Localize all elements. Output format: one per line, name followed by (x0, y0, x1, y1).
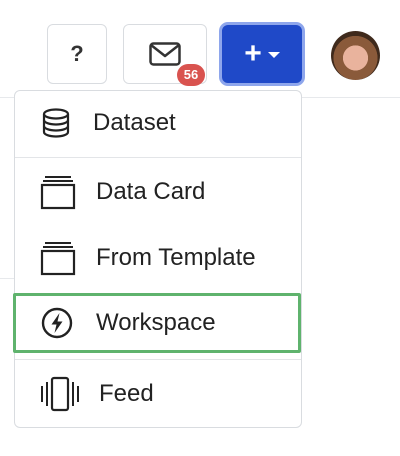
stacked-card-icon (40, 242, 76, 276)
menu-divider (15, 359, 301, 360)
notification-badge: 56 (177, 64, 205, 86)
help-label: ? (70, 41, 84, 66)
help-button[interactable]: ? (47, 24, 107, 84)
menu-item-label: Data Card (96, 178, 206, 205)
selection-highlight (13, 293, 301, 353)
carousel-icon (41, 376, 79, 412)
chevron-down-icon (267, 52, 280, 58)
menu-divider (15, 157, 301, 158)
menu-item-data-card[interactable]: Data Card (15, 159, 301, 225)
plus-icon: + (244, 37, 262, 70)
menu-item-label: Dataset (93, 109, 176, 136)
user-avatar[interactable] (331, 31, 380, 80)
menu-item-feed[interactable]: Feed (15, 361, 301, 427)
add-new-button[interactable]: + (219, 22, 305, 86)
menu-item-dataset[interactable]: Dataset (15, 91, 301, 155)
menu-item-label: From Template (96, 244, 256, 271)
menu-item-label: Feed (99, 380, 154, 407)
background-divider (0, 278, 14, 279)
add-dropdown-menu: Dataset Data Card From Template Workspac… (13, 90, 302, 428)
database-icon (42, 108, 70, 138)
envelope-icon (149, 42, 181, 66)
menu-item-from-template[interactable]: From Template (15, 225, 301, 291)
stacked-card-icon (40, 176, 76, 210)
top-navigation-bar: ? 56 + (0, 0, 400, 98)
